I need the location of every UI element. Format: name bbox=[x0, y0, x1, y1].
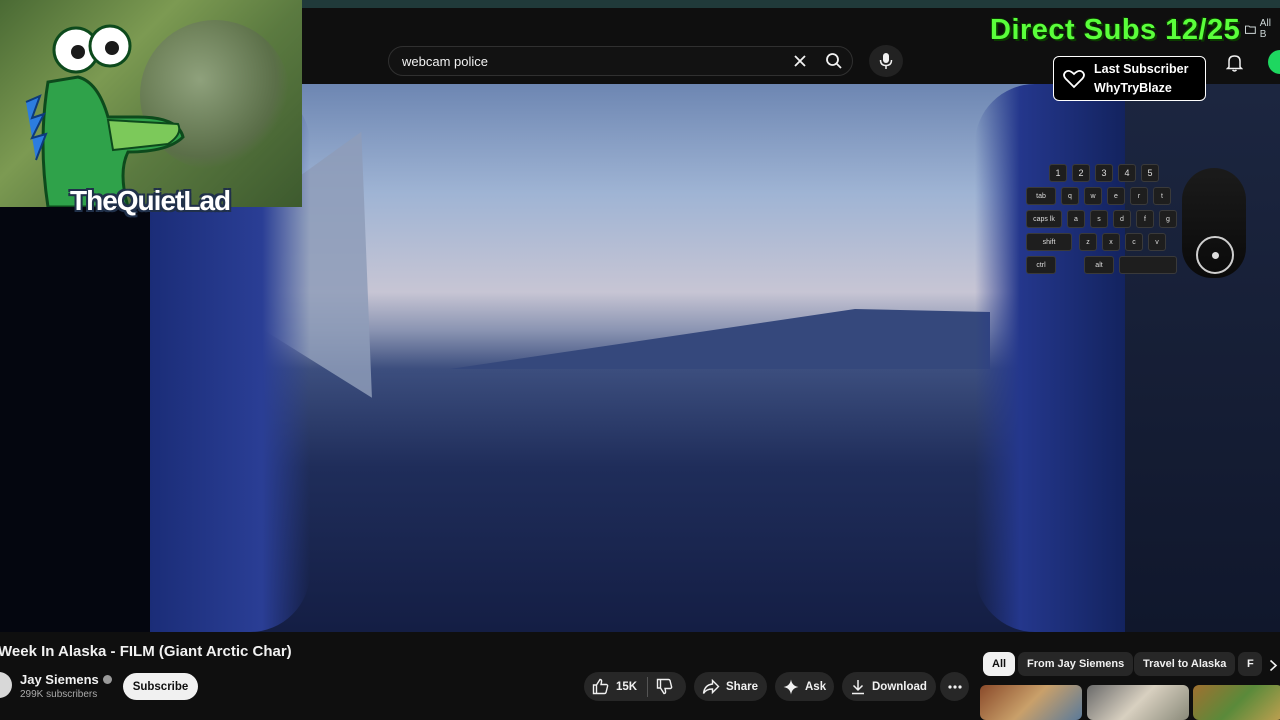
key: f bbox=[1136, 210, 1154, 228]
key: shift bbox=[1026, 233, 1072, 251]
video-left-edge bbox=[0, 207, 150, 632]
like-divider bbox=[647, 676, 649, 697]
close-icon bbox=[794, 55, 806, 67]
search-icon bbox=[826, 53, 842, 69]
search-button[interactable] bbox=[815, 46, 853, 76]
browser-top-strip bbox=[302, 0, 1280, 8]
webcam-streamer-name: TheQuietLad bbox=[70, 185, 231, 216]
last-subscriber-name: WhyTryBlaze bbox=[1094, 80, 1172, 95]
download-label: Download bbox=[872, 680, 927, 693]
key: g bbox=[1159, 210, 1177, 228]
key: q bbox=[1061, 187, 1079, 205]
ask-label: Ask bbox=[805, 680, 827, 693]
folder-icon bbox=[1245, 25, 1256, 34]
key: z bbox=[1079, 233, 1097, 251]
more-actions-button[interactable] bbox=[940, 672, 969, 701]
chip-from-channel[interactable]: From Jay Siemens bbox=[1018, 652, 1134, 676]
search-box[interactable] bbox=[388, 46, 853, 76]
key: x bbox=[1102, 233, 1120, 251]
webcam-overlay bbox=[0, 0, 302, 207]
share-label: Share bbox=[726, 680, 758, 693]
channel-avatar[interactable] bbox=[0, 672, 12, 698]
key: 5 bbox=[1141, 164, 1159, 182]
key: e bbox=[1107, 187, 1125, 205]
key: t bbox=[1153, 187, 1171, 205]
key: a bbox=[1067, 210, 1085, 228]
thumbs-up-icon[interactable] bbox=[592, 678, 609, 695]
channel-name: Jay Siemens bbox=[20, 672, 99, 687]
bookmarks-all-button[interactable]: All B bbox=[1245, 18, 1280, 40]
key: tab bbox=[1026, 187, 1056, 205]
crocodile-mascot-icon bbox=[25, 24, 185, 207]
key: r bbox=[1130, 187, 1148, 205]
chip-travel-to-alaska[interactable]: Travel to Alaska bbox=[1134, 652, 1236, 676]
subscribe-button[interactable]: Subscribe bbox=[123, 673, 198, 700]
key: 1 bbox=[1049, 164, 1067, 182]
mouse-indicator-ring bbox=[1196, 236, 1234, 274]
more-horizontal-icon bbox=[947, 684, 962, 689]
channel-name-link[interactable]: Jay Siemens bbox=[20, 672, 112, 687]
key: 4 bbox=[1118, 164, 1136, 182]
key: w bbox=[1084, 187, 1102, 205]
recommended-video-thumbnail[interactable] bbox=[980, 685, 1082, 720]
subscriber-count: 299K subscribers bbox=[20, 689, 98, 700]
voice-search-button[interactable] bbox=[869, 45, 903, 77]
verified-icon bbox=[102, 675, 112, 684]
key: d bbox=[1113, 210, 1131, 228]
thumbs-down-icon[interactable] bbox=[656, 678, 673, 695]
sparkle-icon bbox=[783, 679, 799, 694]
chips-next-button[interactable] bbox=[1265, 656, 1280, 674]
key: alt bbox=[1084, 256, 1114, 274]
key: 2 bbox=[1072, 164, 1090, 182]
search-input[interactable] bbox=[389, 52, 786, 70]
key: caps lk bbox=[1026, 210, 1062, 228]
like-dislike-group: 15K bbox=[584, 672, 686, 701]
ask-button[interactable]: Ask bbox=[775, 672, 834, 701]
key: v bbox=[1148, 233, 1166, 251]
key: ctrl bbox=[1026, 256, 1056, 274]
share-icon bbox=[702, 678, 720, 694]
recommended-video-thumbnail[interactable] bbox=[1087, 685, 1189, 720]
bookmarks-all-label: All B bbox=[1259, 18, 1271, 40]
chip-partial[interactable]: F bbox=[1238, 652, 1262, 676]
microphone-icon bbox=[879, 53, 893, 69]
last-subscriber-label: Last Subscriber bbox=[1094, 61, 1189, 76]
direct-subs-counter: Direct Subs 12/25 bbox=[990, 14, 1241, 46]
chevron-right-icon bbox=[1269, 659, 1277, 671]
clear-search-button[interactable] bbox=[786, 47, 814, 75]
spacebar-key bbox=[1119, 256, 1177, 274]
chip-all[interactable]: All bbox=[983, 652, 1016, 676]
like-count[interactable]: 15K bbox=[616, 681, 637, 693]
video-title: Week In Alaska - FILM (Giant Arctic Char… bbox=[0, 643, 292, 660]
key: 3 bbox=[1095, 164, 1113, 182]
recommended-video-thumbnail[interactable] bbox=[1193, 685, 1280, 720]
mouse-indicator-dot bbox=[1211, 251, 1219, 259]
mountain-shape bbox=[450, 309, 990, 369]
download-icon bbox=[852, 679, 864, 694]
share-button[interactable]: Share bbox=[694, 672, 767, 701]
bell-icon bbox=[1225, 54, 1243, 72]
heart-icon bbox=[1054, 69, 1094, 89]
key: s bbox=[1090, 210, 1108, 228]
download-button[interactable]: Download bbox=[842, 672, 936, 701]
notifications-button[interactable] bbox=[1222, 50, 1246, 74]
last-subscriber-text: Last Subscriber WhyTryBlaze bbox=[1094, 60, 1188, 98]
key: c bbox=[1125, 233, 1143, 251]
last-subscriber-widget: Last Subscriber WhyTryBlaze bbox=[1053, 56, 1206, 101]
